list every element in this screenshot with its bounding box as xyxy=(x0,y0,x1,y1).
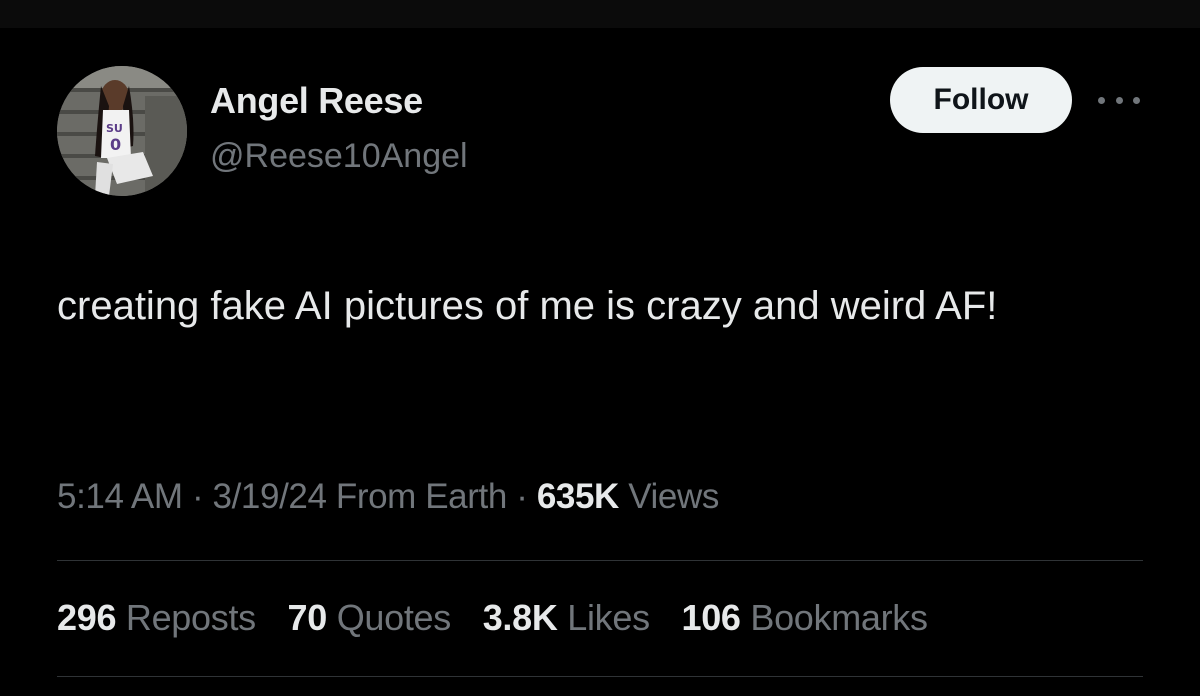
svg-text:0: 0 xyxy=(110,135,121,154)
meta-separator: · xyxy=(191,477,204,516)
divider xyxy=(57,676,1143,677)
dot-icon xyxy=(1133,96,1140,104)
tweet-source: From Earth xyxy=(335,477,507,516)
bookmarks-count: 106 xyxy=(681,597,741,638)
reposts-stat[interactable]: 296 Reposts xyxy=(57,597,256,639)
dot-icon xyxy=(1115,96,1123,104)
tweet-text: creating fake AI pictures of me is crazy… xyxy=(57,284,998,328)
dot-icon xyxy=(1098,96,1105,104)
likes-label: Likes xyxy=(567,597,650,638)
display-name[interactable]: Angel Reese xyxy=(210,80,423,122)
quotes-stat[interactable]: 70 Quotes xyxy=(287,597,452,639)
meta-separator: · xyxy=(516,477,528,516)
quotes-label: Quotes xyxy=(336,597,452,638)
divider xyxy=(57,560,1143,561)
tweet-date[interactable]: 3/19/24 xyxy=(213,477,327,516)
tweet-card: SU 0 Angel Reese @Reese10Angel Follow cr… xyxy=(0,0,1200,696)
quotes-count: 70 xyxy=(287,597,328,638)
likes-stat[interactable]: 3.8K Likes xyxy=(483,597,650,639)
reposts-count: 296 xyxy=(57,597,117,638)
bookmarks-stat[interactable]: 106 Bookmarks xyxy=(681,597,928,639)
bookmarks-label: Bookmarks xyxy=(750,597,928,638)
views-label: Views xyxy=(628,477,719,516)
views-count: 635K xyxy=(536,477,619,516)
engagement-stats: 296 Reposts 70 Quotes 3.8K Likes 106 Boo… xyxy=(57,597,950,639)
tweet-metadata: 5:14 AM · 3/19/24 From Earth · 635K View… xyxy=(57,477,719,517)
follow-button[interactable]: Follow xyxy=(890,67,1072,133)
profile-photo-icon: SU 0 xyxy=(57,66,187,196)
svg-text:SU: SU xyxy=(106,122,123,135)
user-handle[interactable]: @Reese10Angel xyxy=(210,137,468,176)
avatar[interactable]: SU 0 xyxy=(57,66,187,196)
reposts-label: Reposts xyxy=(125,597,256,638)
likes-count: 3.8K xyxy=(482,597,558,638)
more-horizontal-icon[interactable] xyxy=(1098,90,1140,110)
tweet-time[interactable]: 5:14 AM xyxy=(57,477,183,516)
